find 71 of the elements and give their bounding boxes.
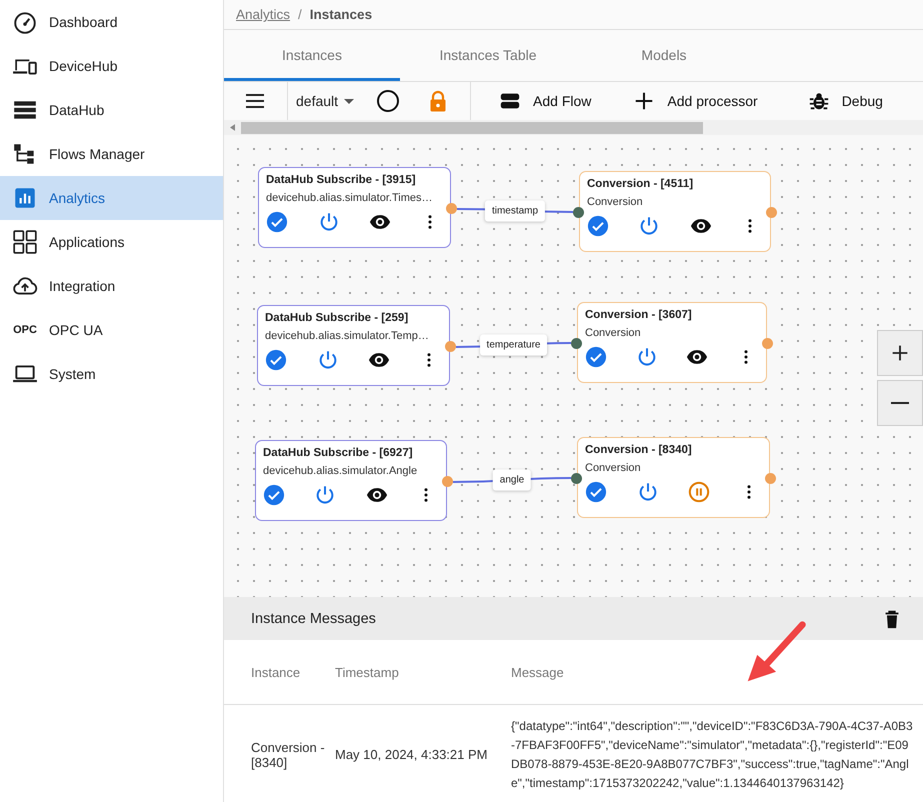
toolbar-button[interactable]: Debug xyxy=(772,82,897,120)
flow-node[interactable]: DataHub Subscribe - [259] devicehub.alias.simulator.Temp… xyxy=(257,305,450,386)
power-icon[interactable] xyxy=(638,215,660,237)
sidebar-item[interactable]: DataHub xyxy=(0,88,223,132)
breadcrumb-link[interactable]: Analytics xyxy=(236,7,290,22)
connection-label: temperature xyxy=(480,334,548,356)
table-cell-text: May 10, 2024, 4:33:21 PM xyxy=(335,747,488,762)
check-circle-icon[interactable] xyxy=(263,484,285,506)
caret-icon xyxy=(344,98,354,104)
toolbar-button[interactable]: Add Flow xyxy=(471,82,606,120)
input-port[interactable] xyxy=(571,338,582,349)
scroll-left-icon[interactable] xyxy=(230,124,235,131)
sidebar-item[interactable]: System xyxy=(0,352,223,396)
column-header: Instance xyxy=(251,664,302,680)
sidebar-item[interactable]: Integration xyxy=(0,264,223,308)
power-icon[interactable] xyxy=(318,211,340,233)
connection-label: timestamp xyxy=(484,200,546,221)
column-header: Message xyxy=(511,664,565,680)
sidebar-item[interactable]: Applications xyxy=(0,220,223,264)
horizontal-scrollbar[interactable] xyxy=(224,120,923,135)
node-subtitle: devicehub.alias.simulator.Times… xyxy=(266,192,434,204)
check-circle-icon[interactable] xyxy=(265,349,287,371)
node-subtitle: Conversion xyxy=(587,196,644,208)
check-circle-icon[interactable] xyxy=(585,346,607,368)
node-subtitle: Conversion xyxy=(585,462,642,474)
flow-node[interactable]: DataHub Subscribe - [3915] devicehub.alias.simulator.Times… xyxy=(258,167,451,248)
sidebar-item[interactable]: OPC OPC UA xyxy=(0,308,223,352)
node-subtitle: devicehub.alias.simulator.Angle xyxy=(263,465,418,477)
check-circle-icon[interactable] xyxy=(266,211,288,233)
sidebar-item[interactable]: DeviceHub xyxy=(0,44,223,88)
tab[interactable]: Models xyxy=(576,30,752,81)
flow-node[interactable]: Conversion - [8340] Conversion xyxy=(577,437,770,518)
node-title: Conversion - [8340] xyxy=(585,444,693,456)
sidebar-item[interactable]: Analytics xyxy=(0,176,223,220)
circle-icon[interactable] xyxy=(376,89,400,113)
sidebar-item[interactable]: Dashboard xyxy=(0,0,223,44)
check-circle-icon[interactable] xyxy=(587,215,609,237)
tab[interactable]: Instances Table xyxy=(400,30,576,81)
pause-icon[interactable] xyxy=(688,481,710,503)
sidebar-item[interactable]: Flows Manager xyxy=(0,132,223,176)
node-subtitle: Conversion xyxy=(585,327,642,339)
flow-node[interactable]: DataHub Subscribe - [6927] devicehub.alias.simulator.Angle xyxy=(255,440,447,521)
table-cell-text: Conversion - [8340] xyxy=(251,740,326,770)
node-title: DataHub Subscribe - [6927] xyxy=(263,447,414,459)
input-port[interactable] xyxy=(571,473,582,484)
breadcrumb-separator: / xyxy=(298,7,302,22)
flow-node[interactable]: Conversion - [4511] Conversion xyxy=(579,171,771,252)
bug-icon xyxy=(808,90,830,112)
messages-title: Instance Messages xyxy=(251,610,376,626)
minus-icon xyxy=(891,402,909,404)
toolbar-button[interactable]: Add processor xyxy=(605,82,772,120)
check-circle-icon[interactable] xyxy=(585,481,607,503)
power-icon[interactable] xyxy=(316,349,339,371)
node-title: Conversion - [4511] xyxy=(587,178,694,190)
input-port[interactable] xyxy=(573,207,584,218)
power-icon[interactable] xyxy=(314,484,336,506)
power-icon[interactable] xyxy=(636,481,659,503)
node-title: Conversion - [3607] xyxy=(585,309,693,321)
zoom-in-button[interactable] xyxy=(877,330,923,376)
column-header: Timestamp xyxy=(335,664,400,680)
breadcrumb-current: Instances xyxy=(310,7,372,22)
plus-icon xyxy=(633,90,656,112)
node-subtitle: devicehub.alias.simulator.Temp… xyxy=(265,330,430,342)
opc-icon: OPC xyxy=(12,324,38,336)
flow-node[interactable]: Conversion - [3607] Conversion xyxy=(577,302,767,383)
node-title: DataHub Subscribe - [3915] xyxy=(266,174,417,186)
node-title: DataHub Subscribe - [259] xyxy=(265,312,410,324)
connection-label: angle xyxy=(492,470,532,490)
grid-icon xyxy=(12,229,38,255)
power-icon[interactable] xyxy=(636,346,658,368)
table-cell-text: {"datatype":"int64","description":"","deviceID":"F83C6D3A-790A-4C37-A0B3-7FBAF3F00FF5","deviceName":"simulator","metadata":{},"registerId":"E09DB078-8879-453E-8E20-9A8B077C7BF3","success":true,"tagName":"Angle","timestamp":1715373202242,"value":1.1344640137963142} xyxy=(511,718,914,792)
